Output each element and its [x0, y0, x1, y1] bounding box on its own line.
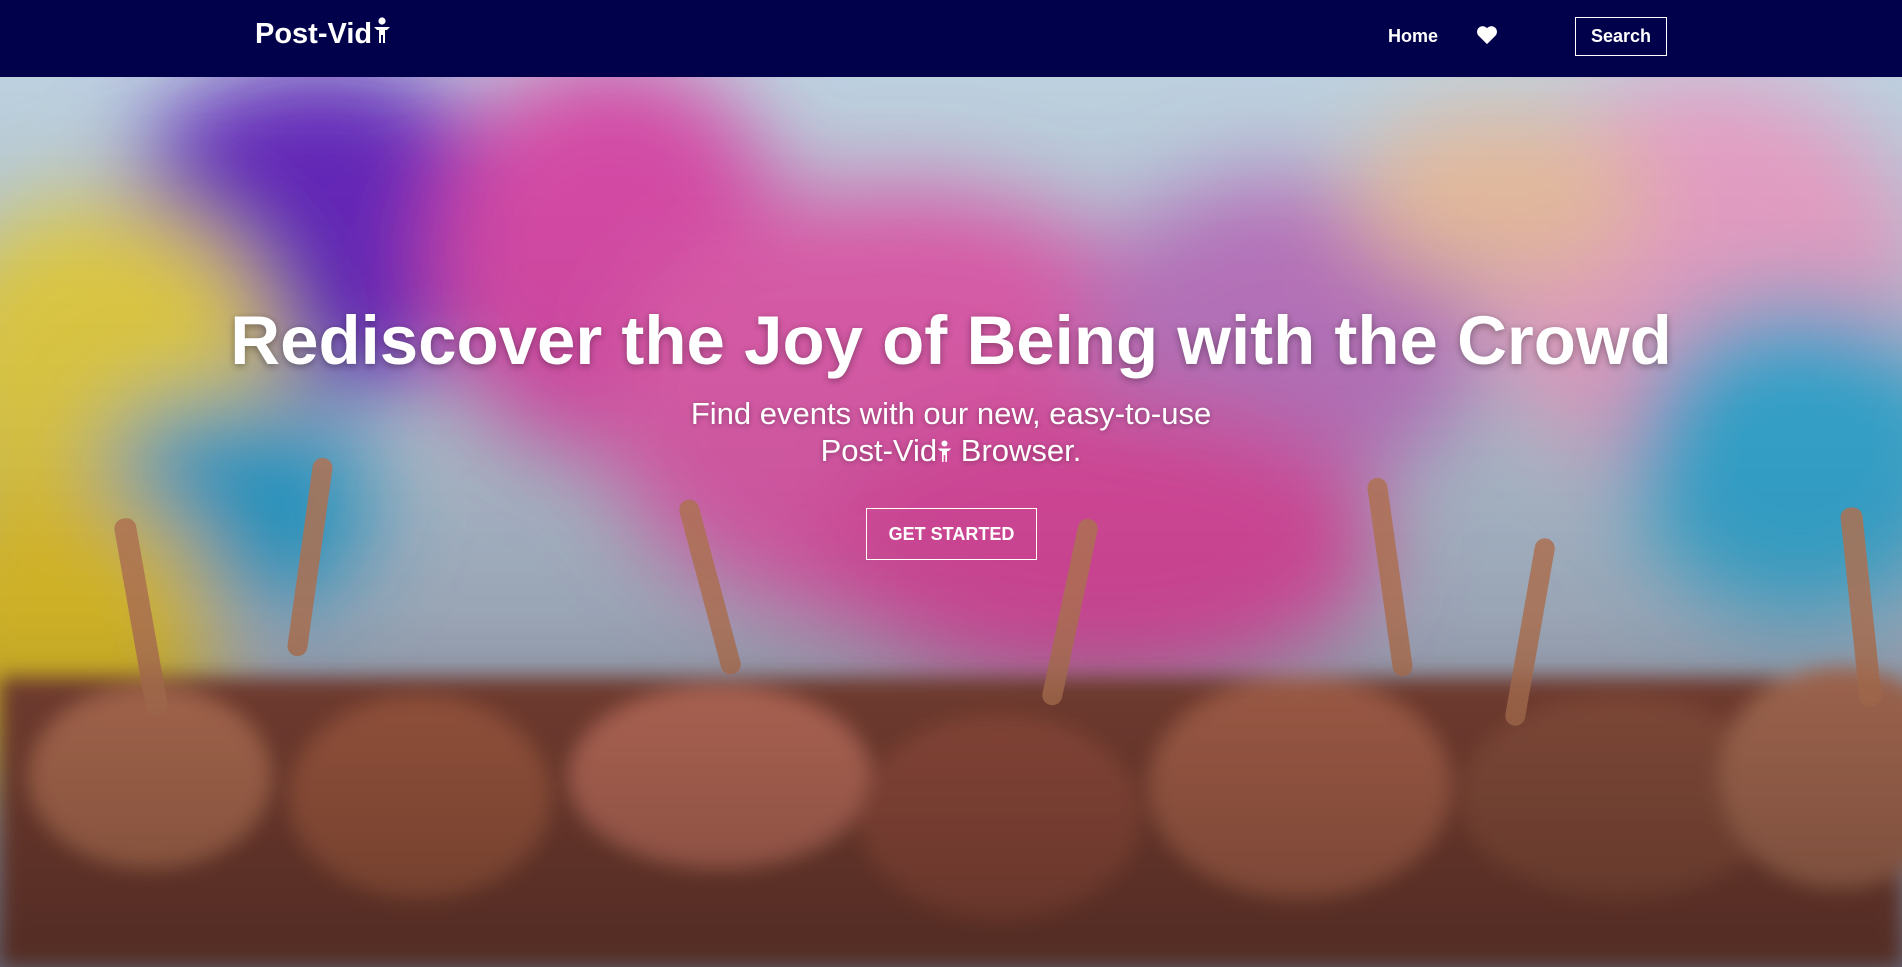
hero-headline: Rediscover the Joy of Being with the Cro… — [230, 302, 1672, 379]
nav-home-link[interactable]: Home — [1388, 26, 1438, 47]
hero-subtitle-line2: Post-Vid Browser. — [0, 432, 1902, 469]
brand-name: Post-Vid — [255, 17, 373, 50]
heart-icon[interactable] — [1476, 25, 1498, 50]
hero-subtitle-line1: Find events with our new, easy-to-use — [690, 396, 1212, 431]
hero-subtitle: Find events with our new, easy-to-use Po… — [0, 395, 1902, 469]
search-button[interactable]: Search — [1575, 17, 1667, 56]
brand-logo[interactable]: Post-Vid — [255, 17, 391, 51]
person-icon — [937, 433, 952, 468]
get-started-button[interactable]: GET STARTED — [866, 508, 1037, 560]
hero-subtitle-brand: Post-Vid — [820, 433, 938, 468]
hero-subtitle-suffix: Browser. — [952, 433, 1082, 468]
top-navbar: Post-Vid Home Search — [0, 0, 1902, 77]
hero-section: Rediscover the Joy of Being with the Cro… — [0, 77, 1902, 967]
person-icon — [373, 17, 391, 51]
